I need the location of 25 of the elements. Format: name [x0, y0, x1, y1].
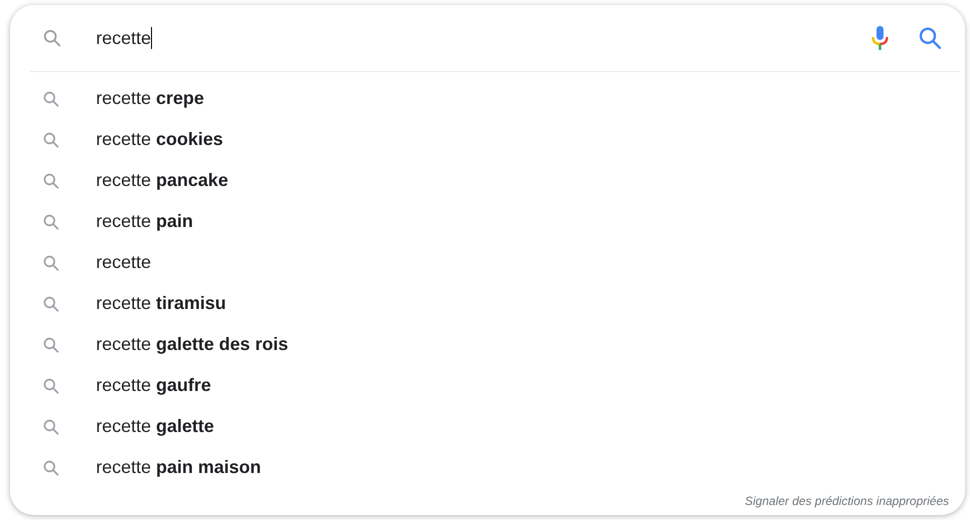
search-icon [42, 294, 60, 312]
search-icon [917, 25, 943, 51]
suggestion-item[interactable]: recette galette des rois [10, 324, 965, 365]
search-icon [42, 336, 60, 354]
report-link[interactable]: Signaler des prédictions inappropriées [744, 492, 949, 510]
suggestion-item[interactable]: recette pain maison [10, 447, 965, 488]
suggestion-item[interactable]: recette crepe [10, 78, 965, 119]
suggestion-item[interactable]: recette cookies [10, 119, 965, 160]
suggestion-item[interactable]: recette gaufre [10, 365, 965, 406]
suggestion-item[interactable]: recette [10, 242, 965, 283]
search-icon [42, 90, 60, 108]
search-icon [42, 254, 60, 272]
search-icon [42, 130, 60, 148]
search-icon [42, 28, 62, 48]
suggestion-item[interactable]: recette pain [10, 201, 965, 242]
search-icon [42, 458, 60, 476]
search-icon [42, 172, 60, 190]
suggestion-item[interactable]: recette pancake [10, 160, 965, 201]
microphone-icon[interactable] [871, 25, 889, 51]
suggestion-item[interactable]: recette tiramisu [10, 283, 965, 324]
search-icon [42, 376, 60, 394]
search-field[interactable]: recette [96, 24, 871, 52]
search-icon [42, 212, 60, 230]
search-icon [42, 418, 60, 436]
suggestion-item[interactable]: recette galette [10, 406, 965, 447]
